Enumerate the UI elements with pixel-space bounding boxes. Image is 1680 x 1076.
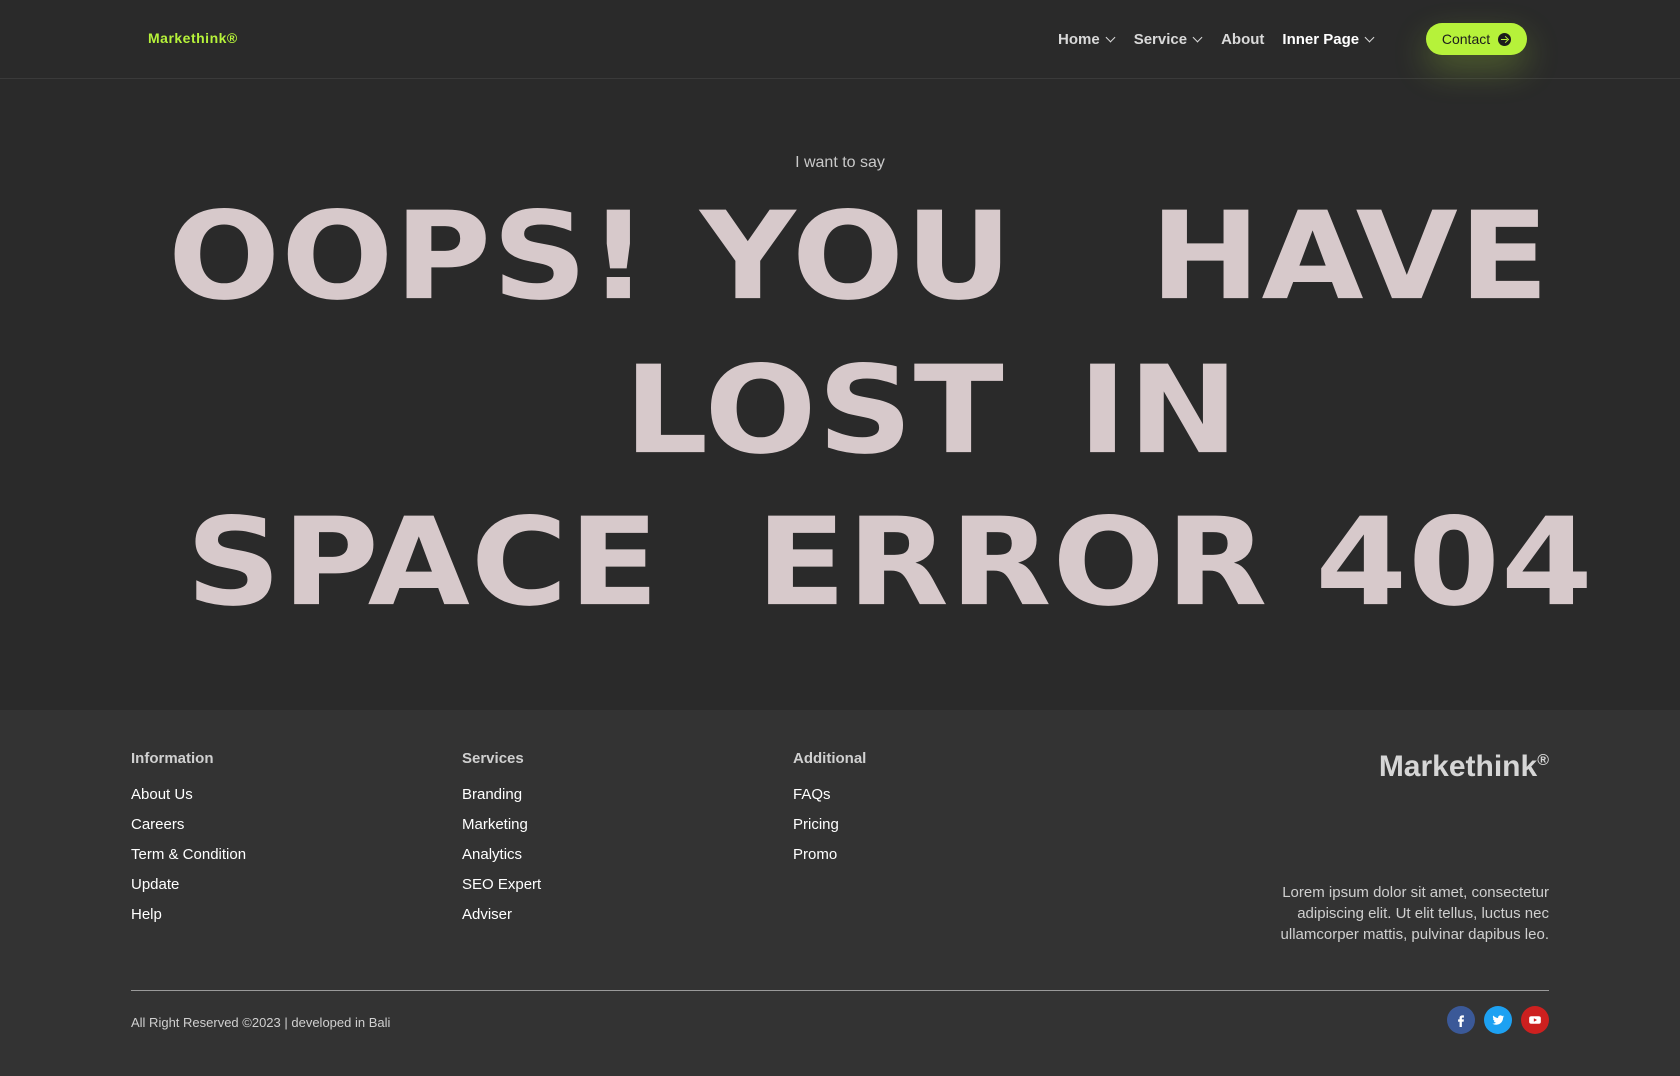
footer-column-title: Additional <box>793 750 867 767</box>
hero-word: LOST <box>624 339 1005 482</box>
footer-link[interactable]: FAQs <box>793 786 866 816</box>
footer-brand-text: Markethink <box>1378 750 1538 783</box>
social-links <box>1447 1006 1549 1034</box>
footer-brand-logo[interactable]: Markethink® <box>1379 750 1549 784</box>
footer-link[interactable]: Promo <box>793 846 866 876</box>
nav-inner-page[interactable]: Inner Page <box>1282 28 1375 50</box>
facebook-button[interactable] <box>1447 1006 1475 1034</box>
chevron-down-icon <box>1364 32 1375 42</box>
hero-word: ERROR 404 <box>756 491 1594 634</box>
nav-service[interactable]: Service <box>1133 28 1203 50</box>
footer-column-services: Services Branding Marketing Analytics SE… <box>462 750 541 936</box>
twitter-icon <box>1492 1015 1505 1025</box>
footer-link[interactable]: Branding <box>462 786 541 816</box>
footer-link[interactable]: Adviser <box>462 906 541 936</box>
footer-link[interactable]: Analytics <box>462 846 541 876</box>
nav-inner-page-label: Inner Page <box>1282 30 1360 48</box>
hero-word: YOU <box>700 185 1014 328</box>
footer-column-title: Information <box>131 750 214 767</box>
footer-link[interactable]: SEO Expert <box>462 876 541 906</box>
contact-button-label: Contact <box>1441 31 1491 47</box>
footer-link[interactable]: Term & Condition <box>131 846 246 876</box>
nav-service-label: Service <box>1133 30 1188 48</box>
footer-link[interactable]: Pricing <box>793 816 866 846</box>
nav-home[interactable]: Home <box>1058 28 1116 50</box>
main-nav: Home Service About Inner Page <box>1058 28 1393 50</box>
brand-logo[interactable]: Markethink® <box>148 30 238 46</box>
arrow-right-circle-icon <box>1498 32 1512 46</box>
site-footer: Information About Us Careers Term & Cond… <box>0 710 1680 1076</box>
footer-link[interactable]: Help <box>131 906 246 936</box>
footer-link[interactable]: About Us <box>131 786 246 816</box>
youtube-button[interactable] <box>1521 1006 1549 1034</box>
footer-link[interactable]: Marketing <box>462 816 541 846</box>
footer-divider <box>131 990 1549 991</box>
chevron-down-icon <box>1105 32 1116 42</box>
hero-word: IN <box>1078 339 1240 482</box>
footer-description: Lorem ipsum dolor sit amet, consectetur … <box>1280 884 1549 943</box>
registered-mark: ® <box>1537 752 1549 769</box>
contact-button[interactable]: Contact <box>1426 23 1527 55</box>
youtube-icon <box>1529 1016 1541 1024</box>
hero-word: OOPS! <box>168 185 650 328</box>
site-header: Markethink® Home Service About Inner Pag… <box>0 0 1680 79</box>
footer-link[interactable]: Update <box>131 876 246 906</box>
facebook-icon <box>1458 1015 1464 1027</box>
hero-kicker: I want to say <box>795 154 885 171</box>
footer-column-additional: Additional FAQs Pricing Promo <box>793 750 866 876</box>
twitter-button[interactable] <box>1484 1006 1512 1034</box>
footer-link[interactable]: Careers <box>131 816 246 846</box>
hero-word: HAVE <box>1150 185 1550 328</box>
nav-home-label: Home <box>1058 30 1100 48</box>
chevron-down-icon <box>1192 32 1203 42</box>
copyright-text: All Right Reserved ©2023 | developed in … <box>131 1015 391 1030</box>
nav-about-label: About <box>1221 30 1265 48</box>
hero-word: SPACE <box>186 491 660 634</box>
footer-column-information: Information About Us Careers Term & Cond… <box>131 750 246 936</box>
footer-column-title: Services <box>462 750 524 767</box>
nav-about[interactable]: About <box>1221 28 1264 50</box>
